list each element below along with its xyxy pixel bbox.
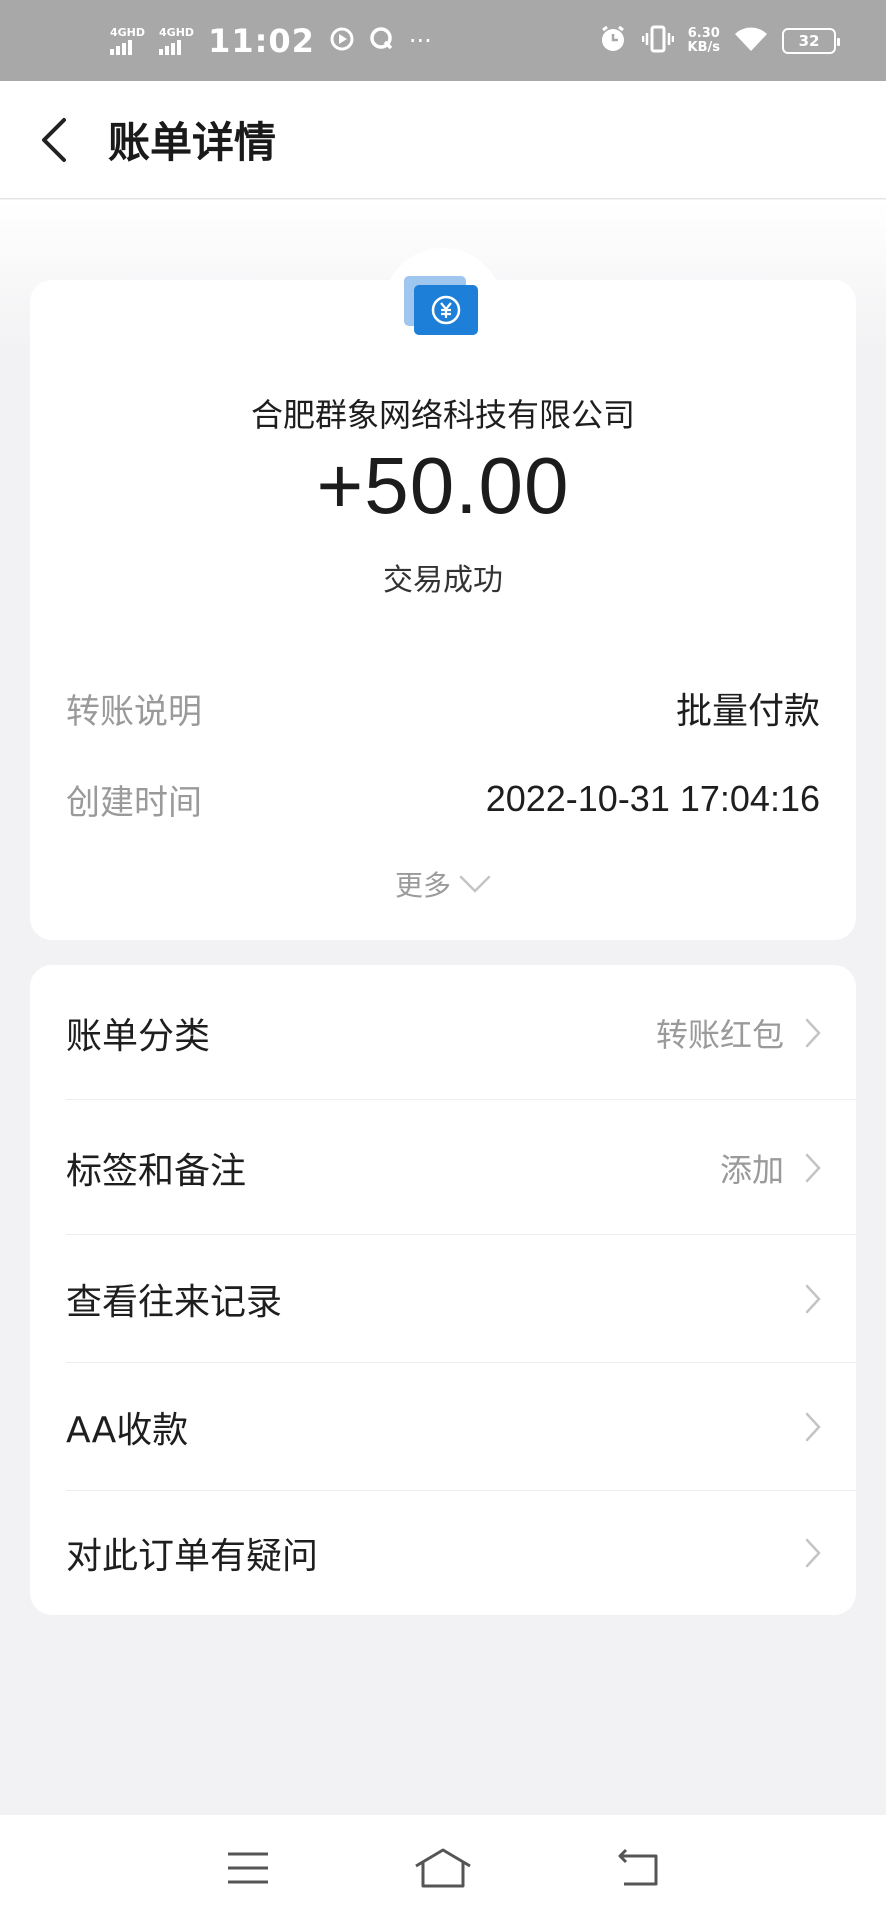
created-time-value: 2022-10-31 17:04:16 [485,778,820,819]
transaction-history-label: 查看往来记录 [66,1282,283,1323]
order-question-label: 对此订单有疑问 [66,1536,319,1577]
list-item-transaction-history[interactable]: 查看往来记录 [30,1235,856,1363]
payee-logo [383,248,503,348]
created-time-row: 创建时间 2022-10-31 17:04:16 [66,774,820,824]
signal-sim2-icon: 4GHD [159,27,194,55]
transfer-note-row: 转账说明 批量付款 [66,683,820,733]
more-button[interactable]: 更多 [30,862,856,906]
sim1-label: 4GHD [110,25,146,39]
app-header: 账单详情 [0,81,886,199]
transaction-amount: +50.00 [316,441,570,530]
battery-level: 32 [798,31,820,50]
more-label: 更多 [394,869,451,902]
aa-collect-label: AA收款 [66,1410,189,1451]
net-speed: 6.30 KB/s [688,27,720,54]
chevron-right-icon [805,1153,821,1182]
tags-notes-value: 添加 [719,1150,784,1189]
more-notifications-icon: ··· [408,26,432,55]
sim2-label: 4GHD [159,25,195,39]
chevron-left-icon [42,117,66,162]
transfer-note-label: 转账说明 [66,691,202,732]
list-item-tags-notes[interactable]: 标签和备注 添加 [30,1100,856,1235]
list-item-bill-category[interactable]: 账单分类 转账红包 [30,965,856,1100]
chevron-right-icon [805,1538,821,1568]
bill-category-label: 账单分类 [66,1015,211,1057]
bill-category-value: 转账红包 [655,1015,784,1054]
alarm-icon [598,24,628,58]
system-nav-bar [0,1815,886,1920]
chevron-down-icon [459,875,491,893]
home-icon [415,1848,471,1887]
list-item-order-question[interactable]: 对此订单有疑问 [30,1491,856,1615]
created-time-label: 创建时间 [66,782,202,823]
status-bar: 4GHD 4GHD 11:02 ··· 6.30 KB/s 32 [0,0,886,81]
nav-back-button[interactable] [598,1838,678,1898]
nav-menu-button[interactable] [208,1838,288,1898]
status-time: 11:02 [208,21,315,60]
transaction-status: 交易成功 [383,563,503,598]
bill-summary-card [30,280,856,940]
vibrate-icon [641,24,674,58]
status-bar-right: 6.30 KB/s 32 [598,24,840,58]
chevron-right-icon [805,1018,821,1047]
nav-home-button[interactable] [403,1838,483,1898]
signal-sim1-icon: 4GHD [110,27,145,55]
wifi-icon [734,25,768,57]
status-bar-left: 4GHD 4GHD 11:02 ··· [110,22,432,60]
transfer-yuan-icon [414,285,478,335]
chevron-right-icon [805,1284,821,1314]
net-speed-unit: KB/s [687,39,720,55]
q-notification-icon [369,26,395,56]
back-arrow-icon [618,1848,658,1885]
play-notification-icon [329,26,355,56]
transfer-note-value: 批量付款 [675,690,820,731]
payee-name: 合肥群象网络科技有限公司 [250,396,635,434]
battery-icon: 32 [782,27,840,54]
bill-actions-list: 账单分类 转账红包 标签和备注 添加 查看往来记录 AA收款 对此订单有疑问 [30,965,856,1615]
net-speed-value: 6.30 [687,25,720,41]
chevron-right-icon [805,1412,821,1442]
menu-icon [227,1852,268,1883]
list-item-aa-collect[interactable]: AA收款 [30,1363,856,1491]
back-button[interactable] [0,81,108,199]
page-title: 账单详情 [108,118,277,167]
tags-notes-label: 标签和备注 [66,1150,247,1192]
